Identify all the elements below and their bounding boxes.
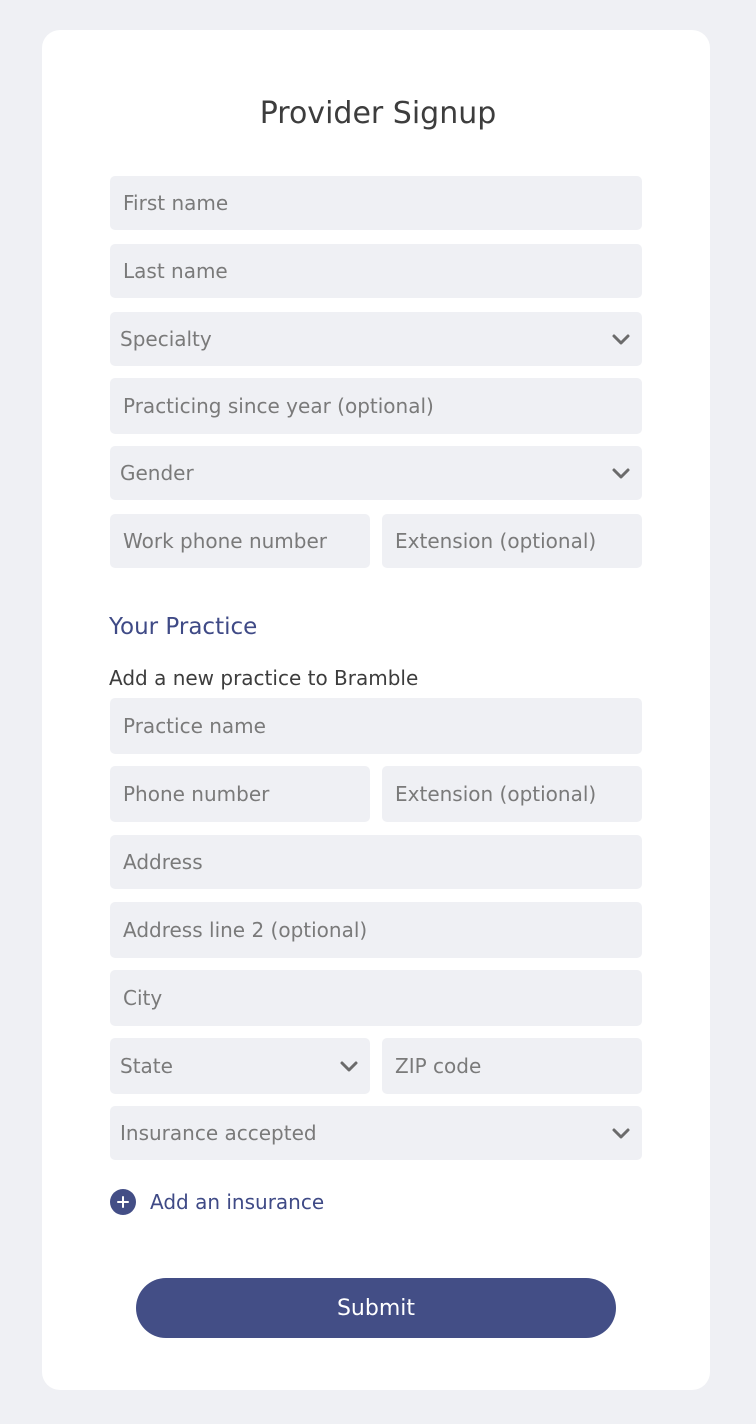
- address-line2-input[interactable]: [110, 902, 642, 958]
- gender-select-label: Gender: [120, 461, 194, 485]
- practice-name-field[interactable]: [110, 698, 642, 754]
- chevron-down-icon: [340, 1061, 358, 1072]
- add-insurance-label: Add an insurance: [150, 1190, 325, 1214]
- practicing-since-field[interactable]: [110, 378, 642, 434]
- practice-extension-input[interactable]: [382, 766, 642, 822]
- chevron-down-icon: [612, 468, 630, 479]
- section-title-your-practice: Your Practice: [109, 614, 258, 640]
- practicing-since-input[interactable]: [110, 378, 642, 434]
- practice-phone-input[interactable]: [110, 766, 370, 822]
- last-name-input[interactable]: [110, 244, 642, 298]
- address-field[interactable]: [110, 835, 642, 889]
- address-line2-field[interactable]: [110, 902, 642, 958]
- state-select[interactable]: State: [110, 1038, 370, 1094]
- specialty-select-label: Specialty: [120, 327, 212, 351]
- practice-name-input[interactable]: [110, 698, 642, 754]
- chevron-down-icon: [612, 1128, 630, 1139]
- state-select-label: State: [120, 1054, 173, 1078]
- address-input[interactable]: [110, 835, 642, 889]
- insurance-select[interactable]: Insurance accepted: [110, 1106, 642, 1160]
- practice-phone-field[interactable]: [110, 766, 370, 822]
- work-phone-field[interactable]: [110, 514, 370, 568]
- practice-extension-field[interactable]: [382, 766, 642, 822]
- city-input[interactable]: [110, 970, 642, 1026]
- first-name-field[interactable]: [110, 176, 642, 230]
- gender-select[interactable]: Gender: [110, 446, 642, 500]
- first-name-input[interactable]: [110, 176, 642, 230]
- insurance-select-label: Insurance accepted: [120, 1121, 317, 1145]
- plus-icon: [110, 1189, 136, 1215]
- work-phone-input[interactable]: [110, 514, 370, 568]
- city-field[interactable]: [110, 970, 642, 1026]
- last-name-field[interactable]: [110, 244, 642, 298]
- zip-field[interactable]: [382, 1038, 642, 1094]
- work-extension-input[interactable]: [382, 514, 642, 568]
- add-insurance-button[interactable]: Add an insurance: [110, 1189, 324, 1215]
- page-title: Provider Signup: [259, 96, 497, 131]
- practice-subtitle: Add a new practice to Bramble: [109, 666, 419, 690]
- chevron-down-icon: [612, 334, 630, 345]
- submit-button[interactable]: Submit: [136, 1278, 616, 1338]
- zip-input[interactable]: [382, 1038, 642, 1094]
- specialty-select[interactable]: Specialty: [110, 312, 642, 366]
- work-extension-field[interactable]: [382, 514, 642, 568]
